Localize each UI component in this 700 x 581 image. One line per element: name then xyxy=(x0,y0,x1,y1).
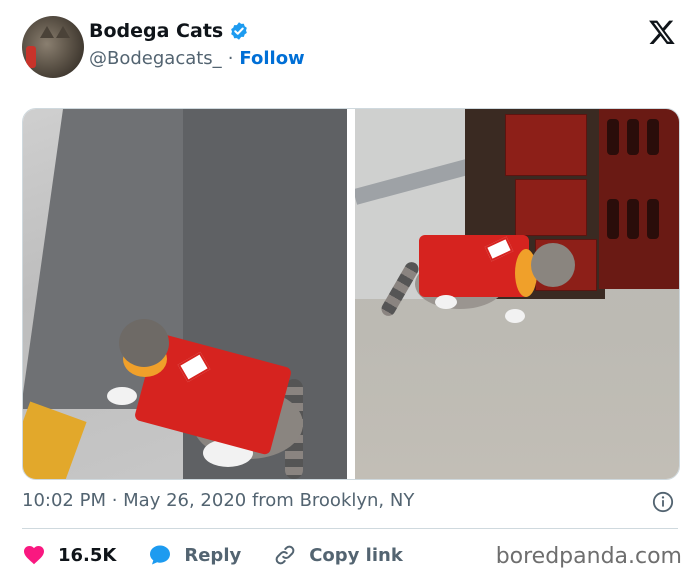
verified-badge-icon xyxy=(231,22,248,40)
photo-cat-shirt xyxy=(418,235,529,297)
x-logo-icon[interactable] xyxy=(648,18,676,46)
link-icon xyxy=(275,545,295,565)
divider xyxy=(22,528,678,529)
avatar-detail xyxy=(26,46,36,68)
speech-bubble-icon xyxy=(150,545,171,565)
watermark: boredpanda.com xyxy=(495,544,682,569)
action-bar: 16.5K Reply Copy link xyxy=(22,540,435,570)
photo-bottle xyxy=(607,199,619,239)
avatar-cat-ear xyxy=(56,26,70,38)
avatar-cat-ear xyxy=(40,26,54,38)
name-row: Bodega Cats xyxy=(89,20,249,42)
copy-link-label: Copy link xyxy=(309,544,403,566)
heart-icon xyxy=(24,546,44,565)
photo-bottle xyxy=(607,119,619,155)
copy-link-button[interactable]: Copy link xyxy=(273,543,403,567)
display-name[interactable]: Bodega Cats xyxy=(89,20,223,42)
user-handle[interactable]: @Bodegacats_ xyxy=(89,48,222,69)
separator-dot: · xyxy=(227,48,234,69)
tweet-timestamp[interactable]: 10:02 PM · May 26, 2020 from Brooklyn, N… xyxy=(22,490,414,511)
like-count: 16.5K xyxy=(58,544,117,566)
handle-row: @Bodegacats_ · Follow xyxy=(89,48,305,69)
reply-label: Reply xyxy=(184,544,242,566)
photo-bottle xyxy=(627,199,639,239)
info-icon[interactable] xyxy=(652,491,674,513)
tweet-header: Bodega Cats @Bodegacats_ · Follow xyxy=(22,16,678,78)
avatar[interactable] xyxy=(22,16,84,78)
reply-button[interactable]: Reply xyxy=(148,543,241,567)
photo-cat-head xyxy=(530,243,575,287)
photo-box xyxy=(514,179,587,236)
like-button[interactable]: 16.5K xyxy=(22,543,116,567)
photo-box xyxy=(504,114,587,176)
photo-bottle xyxy=(647,119,659,155)
photo-bottle xyxy=(647,199,659,239)
photo-cat-store[interactable] xyxy=(354,109,679,479)
photo-cat-paw xyxy=(434,295,457,309)
photo-cat-head xyxy=(119,319,169,367)
photo-cat-paw xyxy=(107,387,137,405)
photo-divider xyxy=(347,109,351,479)
media-grid[interactable] xyxy=(22,108,680,480)
photo-cat-sidewalk[interactable] xyxy=(23,109,348,479)
photo-curb xyxy=(23,401,87,479)
photo-cat-paw xyxy=(504,309,525,323)
photo-bottle xyxy=(627,119,639,155)
follow-button[interactable]: Follow xyxy=(239,48,304,69)
